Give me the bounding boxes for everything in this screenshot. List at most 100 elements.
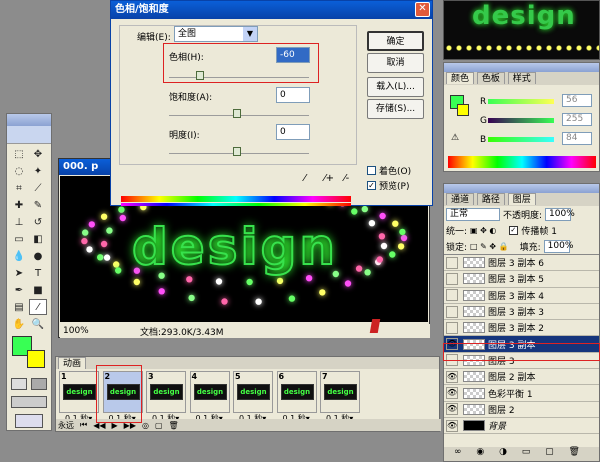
layer-row[interactable]: 图层 3 副本 3 bbox=[444, 303, 599, 321]
lock-icons[interactable]: □ ✎ ✥ 🔒 bbox=[470, 242, 509, 251]
b-slider[interactable] bbox=[488, 137, 554, 142]
eye-icon[interactable] bbox=[446, 256, 458, 269]
layer-actions-icons[interactable]: ∞ ◉ ◑ ▭ ▢ 🗑 bbox=[454, 447, 586, 457]
r-input[interactable]: 56 bbox=[562, 94, 592, 107]
tab-channels[interactable]: 通道 bbox=[446, 193, 475, 205]
brush-tool-icon[interactable]: ✎ bbox=[29, 197, 47, 213]
tab-animation[interactable]: 动画 bbox=[58, 357, 87, 369]
pen-tool-icon[interactable]: ✒ bbox=[10, 282, 28, 298]
zoom-level[interactable]: 100% bbox=[60, 326, 90, 336]
marquee-tool-icon[interactable]: ⬚ bbox=[10, 146, 28, 162]
type-tool-icon[interactable]: T bbox=[29, 265, 47, 281]
crop-tool-icon[interactable]: ⌗ bbox=[10, 180, 28, 196]
background-color-swatch[interactable] bbox=[27, 350, 45, 368]
quick-mask-standard-icon[interactable] bbox=[11, 378, 27, 390]
gamut-warning-icon[interactable]: ⚠ bbox=[451, 133, 459, 143]
colorize-checkbox[interactable] bbox=[367, 166, 376, 175]
layer-row[interactable]: 图层 3 副本 2 bbox=[444, 320, 599, 337]
eye-icon[interactable] bbox=[446, 272, 458, 285]
shape-tool-icon[interactable]: ■ bbox=[29, 282, 47, 298]
zoom-tool-icon[interactable]: 🔍 bbox=[29, 316, 47, 332]
saturation-slider-thumb[interactable] bbox=[233, 109, 241, 118]
tween-icon[interactable]: ◎ bbox=[142, 421, 149, 430]
slice-tool-icon[interactable]: ⟋ bbox=[29, 180, 47, 196]
tab-layers[interactable]: 图层 bbox=[507, 193, 536, 205]
eye-icon[interactable]: 👁 bbox=[446, 387, 458, 400]
hue-input[interactable]: -60 bbox=[276, 47, 310, 63]
hue-slider-track[interactable] bbox=[169, 77, 309, 78]
color-bg-swatch[interactable] bbox=[457, 104, 469, 116]
toolbox-title-bar[interactable] bbox=[7, 114, 51, 126]
animation-frame[interactable]: 1design0.1 秒▾ bbox=[59, 371, 99, 423]
color-panel-title-bar[interactable] bbox=[444, 63, 599, 72]
blur-tool-icon[interactable]: 💧 bbox=[10, 248, 28, 264]
hand-tool-icon[interactable]: ✋ bbox=[10, 316, 28, 332]
animation-frame[interactable]: 4design0.1 秒▾ bbox=[189, 371, 230, 423]
cancel-button[interactable]: 取消 bbox=[367, 53, 424, 73]
layer-row[interactable]: 图层 3 副本 4 bbox=[444, 287, 599, 304]
history-brush-icon[interactable]: ↺ bbox=[29, 214, 47, 230]
hue-slider-thumb[interactable] bbox=[196, 71, 204, 80]
notes-tool-icon[interactable]: ▤ bbox=[10, 299, 28, 315]
b-input[interactable]: 84 bbox=[562, 132, 592, 145]
layer-row[interactable]: 👁 色彩平衡 1 bbox=[444, 385, 599, 402]
saturation-input[interactable]: 0 bbox=[276, 87, 310, 103]
lightness-slider-thumb[interactable] bbox=[233, 147, 241, 156]
save-button[interactable]: 存储(S)... bbox=[367, 99, 424, 119]
move-tool-icon[interactable]: ✥ bbox=[29, 146, 47, 162]
g-slider[interactable] bbox=[488, 118, 554, 123]
first-frame-icon[interactable]: ⏮ bbox=[80, 420, 87, 430]
edit-select[interactable]: 全图 ▼ bbox=[174, 26, 258, 42]
tab-paths[interactable]: 路径 bbox=[476, 193, 505, 205]
tab-swatches[interactable]: 色板 bbox=[476, 72, 505, 84]
animation-frame[interactable]: 3design0.1 秒▾ bbox=[146, 371, 186, 423]
unify-icons[interactable]: ▣ ✥ ◐ bbox=[470, 226, 496, 235]
eyedropper-minus-icon[interactable]: ⁄- bbox=[344, 173, 356, 185]
eye-icon[interactable] bbox=[446, 305, 458, 318]
layer-row[interactable]: 👁 背景 bbox=[444, 417, 599, 435]
layer-row[interactable]: 图层 3 副本 6 bbox=[444, 255, 599, 272]
blend-mode-select[interactable]: 正常 bbox=[446, 207, 500, 221]
screen-mode-icon[interactable] bbox=[11, 396, 47, 408]
r-slider[interactable] bbox=[488, 99, 554, 104]
ok-button[interactable]: 确定 bbox=[367, 31, 424, 51]
fill-input[interactable]: 100% bbox=[543, 239, 573, 253]
lightness-input[interactable]: 0 bbox=[276, 124, 310, 140]
load-button[interactable]: 载入(L)... bbox=[367, 77, 424, 97]
quick-mask-icon[interactable] bbox=[31, 378, 47, 390]
stamp-tool-icon[interactable]: ⊥ bbox=[10, 214, 28, 230]
dialog-title-bar[interactable]: 色相/饱和度 ✕ bbox=[111, 1, 432, 19]
magic-wand-tool-icon[interactable]: ✦ bbox=[29, 163, 47, 179]
tab-styles[interactable]: 样式 bbox=[507, 72, 536, 84]
jump-to-imageready-icon[interactable] bbox=[15, 414, 43, 428]
lasso-tool-icon[interactable]: ◌ bbox=[10, 163, 28, 179]
eye-icon[interactable] bbox=[446, 321, 458, 334]
delete-frame-icon[interactable]: 🗑 bbox=[169, 421, 179, 430]
color-ramp[interactable] bbox=[448, 156, 596, 168]
eyedropper-tool-icon[interactable]: ⁄ bbox=[29, 299, 47, 315]
gradient-tool-icon[interactable]: ◧ bbox=[29, 231, 47, 247]
tab-color[interactable]: 颜色 bbox=[446, 72, 475, 84]
eye-icon[interactable]: 👁 bbox=[446, 419, 458, 432]
new-frame-icon[interactable]: ▢ bbox=[155, 421, 163, 430]
layer-row[interactable]: 图层 3 副本 5 bbox=[444, 271, 599, 288]
layer-row[interactable]: 👁 图层 2 bbox=[444, 401, 599, 418]
path-select-icon[interactable]: ➤ bbox=[10, 265, 28, 281]
g-input[interactable]: 255 bbox=[562, 113, 592, 126]
chevron-down-icon[interactable]: ▼ bbox=[243, 27, 257, 41]
eye-icon[interactable]: 👁 bbox=[446, 370, 458, 383]
preview-checkbox[interactable]: ✓ bbox=[367, 181, 376, 190]
animation-frame[interactable]: 5design0.1 秒▾ bbox=[233, 371, 273, 423]
eyedropper-plus-icon[interactable]: ⁄+ bbox=[324, 173, 336, 185]
loop-select[interactable]: 永远 bbox=[58, 420, 74, 431]
dodge-tool-icon[interactable]: ● bbox=[29, 248, 47, 264]
layers-panel-title-bar[interactable] bbox=[444, 184, 599, 193]
layer-row[interactable]: 👁 图层 2 副本 bbox=[444, 369, 599, 386]
eye-icon[interactable] bbox=[446, 289, 458, 302]
propagate-checkbox[interactable]: ✓ bbox=[509, 225, 519, 235]
opacity-input[interactable]: 100% bbox=[545, 207, 575, 221]
animation-frame[interactable]: 7design0.1 秒▾ bbox=[320, 371, 360, 423]
eye-icon[interactable]: 👁 bbox=[446, 403, 458, 416]
eraser-tool-icon[interactable]: ▭ bbox=[10, 231, 28, 247]
eyedropper-icon[interactable]: ⁄ bbox=[304, 173, 316, 185]
